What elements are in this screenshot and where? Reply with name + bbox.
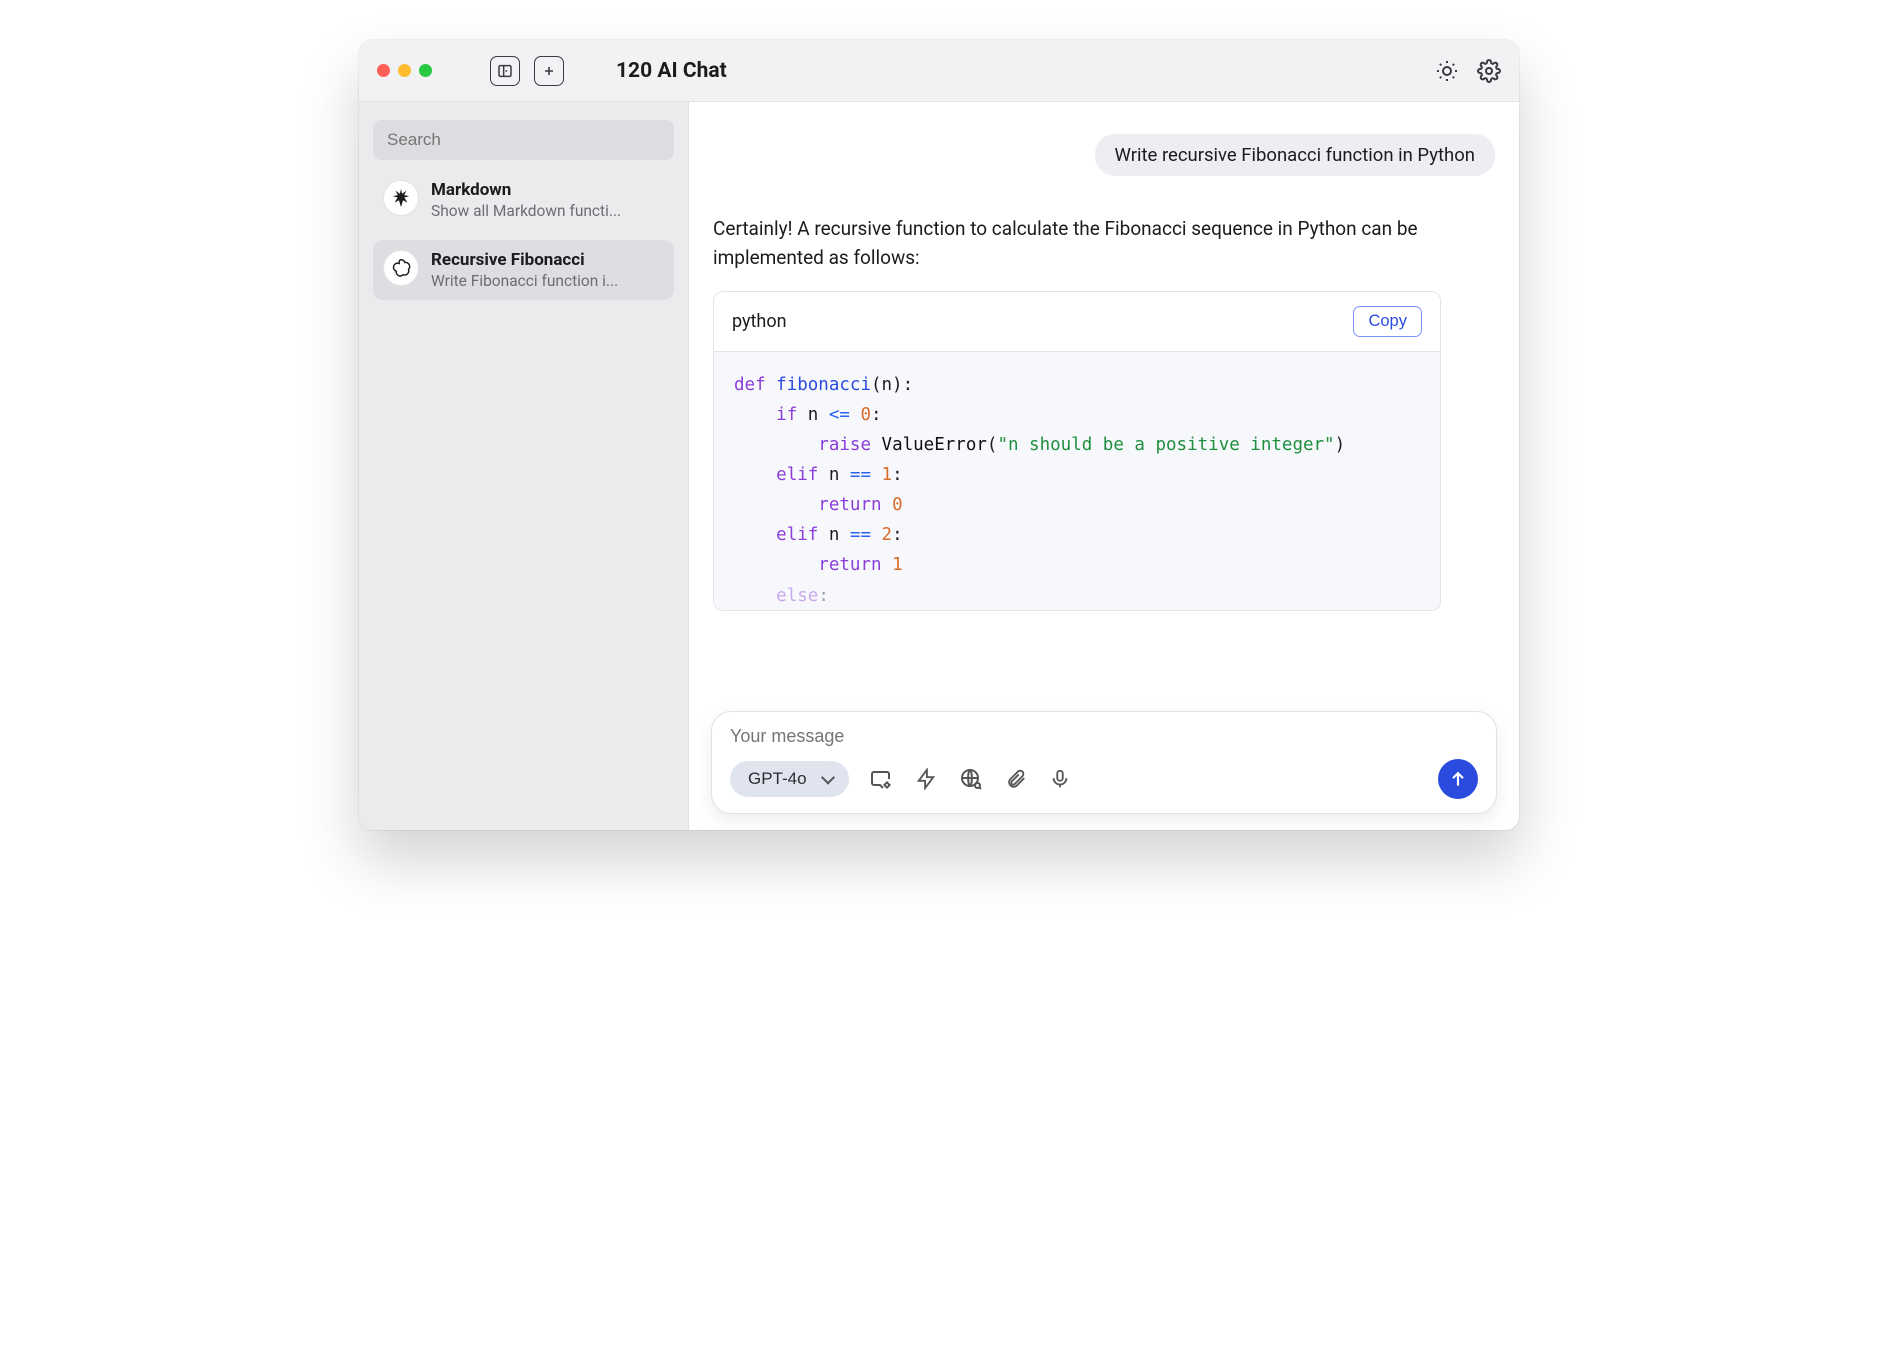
window-controls (377, 64, 432, 77)
globe-search-icon (959, 767, 983, 791)
titlebar: 120 AI Chat (359, 40, 1519, 102)
actions-button[interactable] (915, 768, 937, 790)
message-input[interactable] (730, 726, 1478, 747)
plus-icon (541, 63, 557, 79)
arrow-up-icon (1448, 769, 1468, 789)
paperclip-icon (1005, 768, 1027, 790)
chat-pane: Write recursive Fibonacci function in Py… (689, 102, 1519, 830)
assistant-message-text: Certainly! A recursive function to calcu… (713, 214, 1433, 273)
thread-title: Recursive Fibonacci (431, 250, 664, 270)
body: Markdown Show all Markdown functi... Rec… (359, 102, 1519, 830)
thread-subtitle: Write Fibonacci function i... (431, 272, 664, 290)
user-message: Write recursive Fibonacci function in Py… (1095, 134, 1496, 176)
thread-title: Markdown (431, 180, 664, 200)
attach-button[interactable] (1005, 768, 1027, 790)
toggle-sidebar-button[interactable] (490, 56, 520, 86)
web-search-button[interactable] (959, 767, 983, 791)
sidebar: Markdown Show all Markdown functi... Rec… (359, 102, 689, 830)
voice-button[interactable] (1049, 768, 1071, 790)
app-window: 120 AI Chat (359, 40, 1519, 830)
minimize-window-button[interactable] (398, 64, 411, 77)
sun-icon (1435, 59, 1459, 83)
gear-icon (1477, 59, 1501, 83)
message-gear-icon (869, 767, 893, 791)
code-block: python Copy def fibonacci(n): if n <= 0:… (713, 291, 1441, 611)
theme-toggle-button[interactable] (1435, 59, 1459, 83)
prompt-settings-button[interactable] (869, 767, 893, 791)
close-window-button[interactable] (377, 64, 390, 77)
sidebar-icon (497, 63, 513, 79)
model-selector[interactable]: GPT-4o (730, 761, 849, 797)
fullscreen-window-button[interactable] (419, 64, 432, 77)
new-chat-button[interactable] (534, 56, 564, 86)
openai-icon (383, 250, 419, 286)
bolt-icon (915, 768, 937, 790)
thread-item-recursive-fibonacci[interactable]: Recursive Fibonacci Write Fibonacci func… (373, 240, 674, 300)
code-body: def fibonacci(n): if n <= 0: raise Value… (714, 352, 1440, 610)
code-header: python Copy (714, 292, 1440, 352)
code-language-label: python (732, 311, 787, 332)
search-input[interactable] (373, 120, 674, 160)
microphone-icon (1049, 768, 1071, 790)
starburst-icon (383, 180, 419, 216)
thread-subtitle: Show all Markdown functi... (431, 202, 664, 220)
thread-item-markdown[interactable]: Markdown Show all Markdown functi... (373, 170, 674, 230)
send-button[interactable] (1438, 759, 1478, 799)
app-title: 120 AI Chat (616, 59, 727, 83)
settings-button[interactable] (1477, 59, 1501, 83)
copy-code-button[interactable]: Copy (1353, 306, 1422, 337)
composer: GPT-4o (711, 711, 1497, 814)
